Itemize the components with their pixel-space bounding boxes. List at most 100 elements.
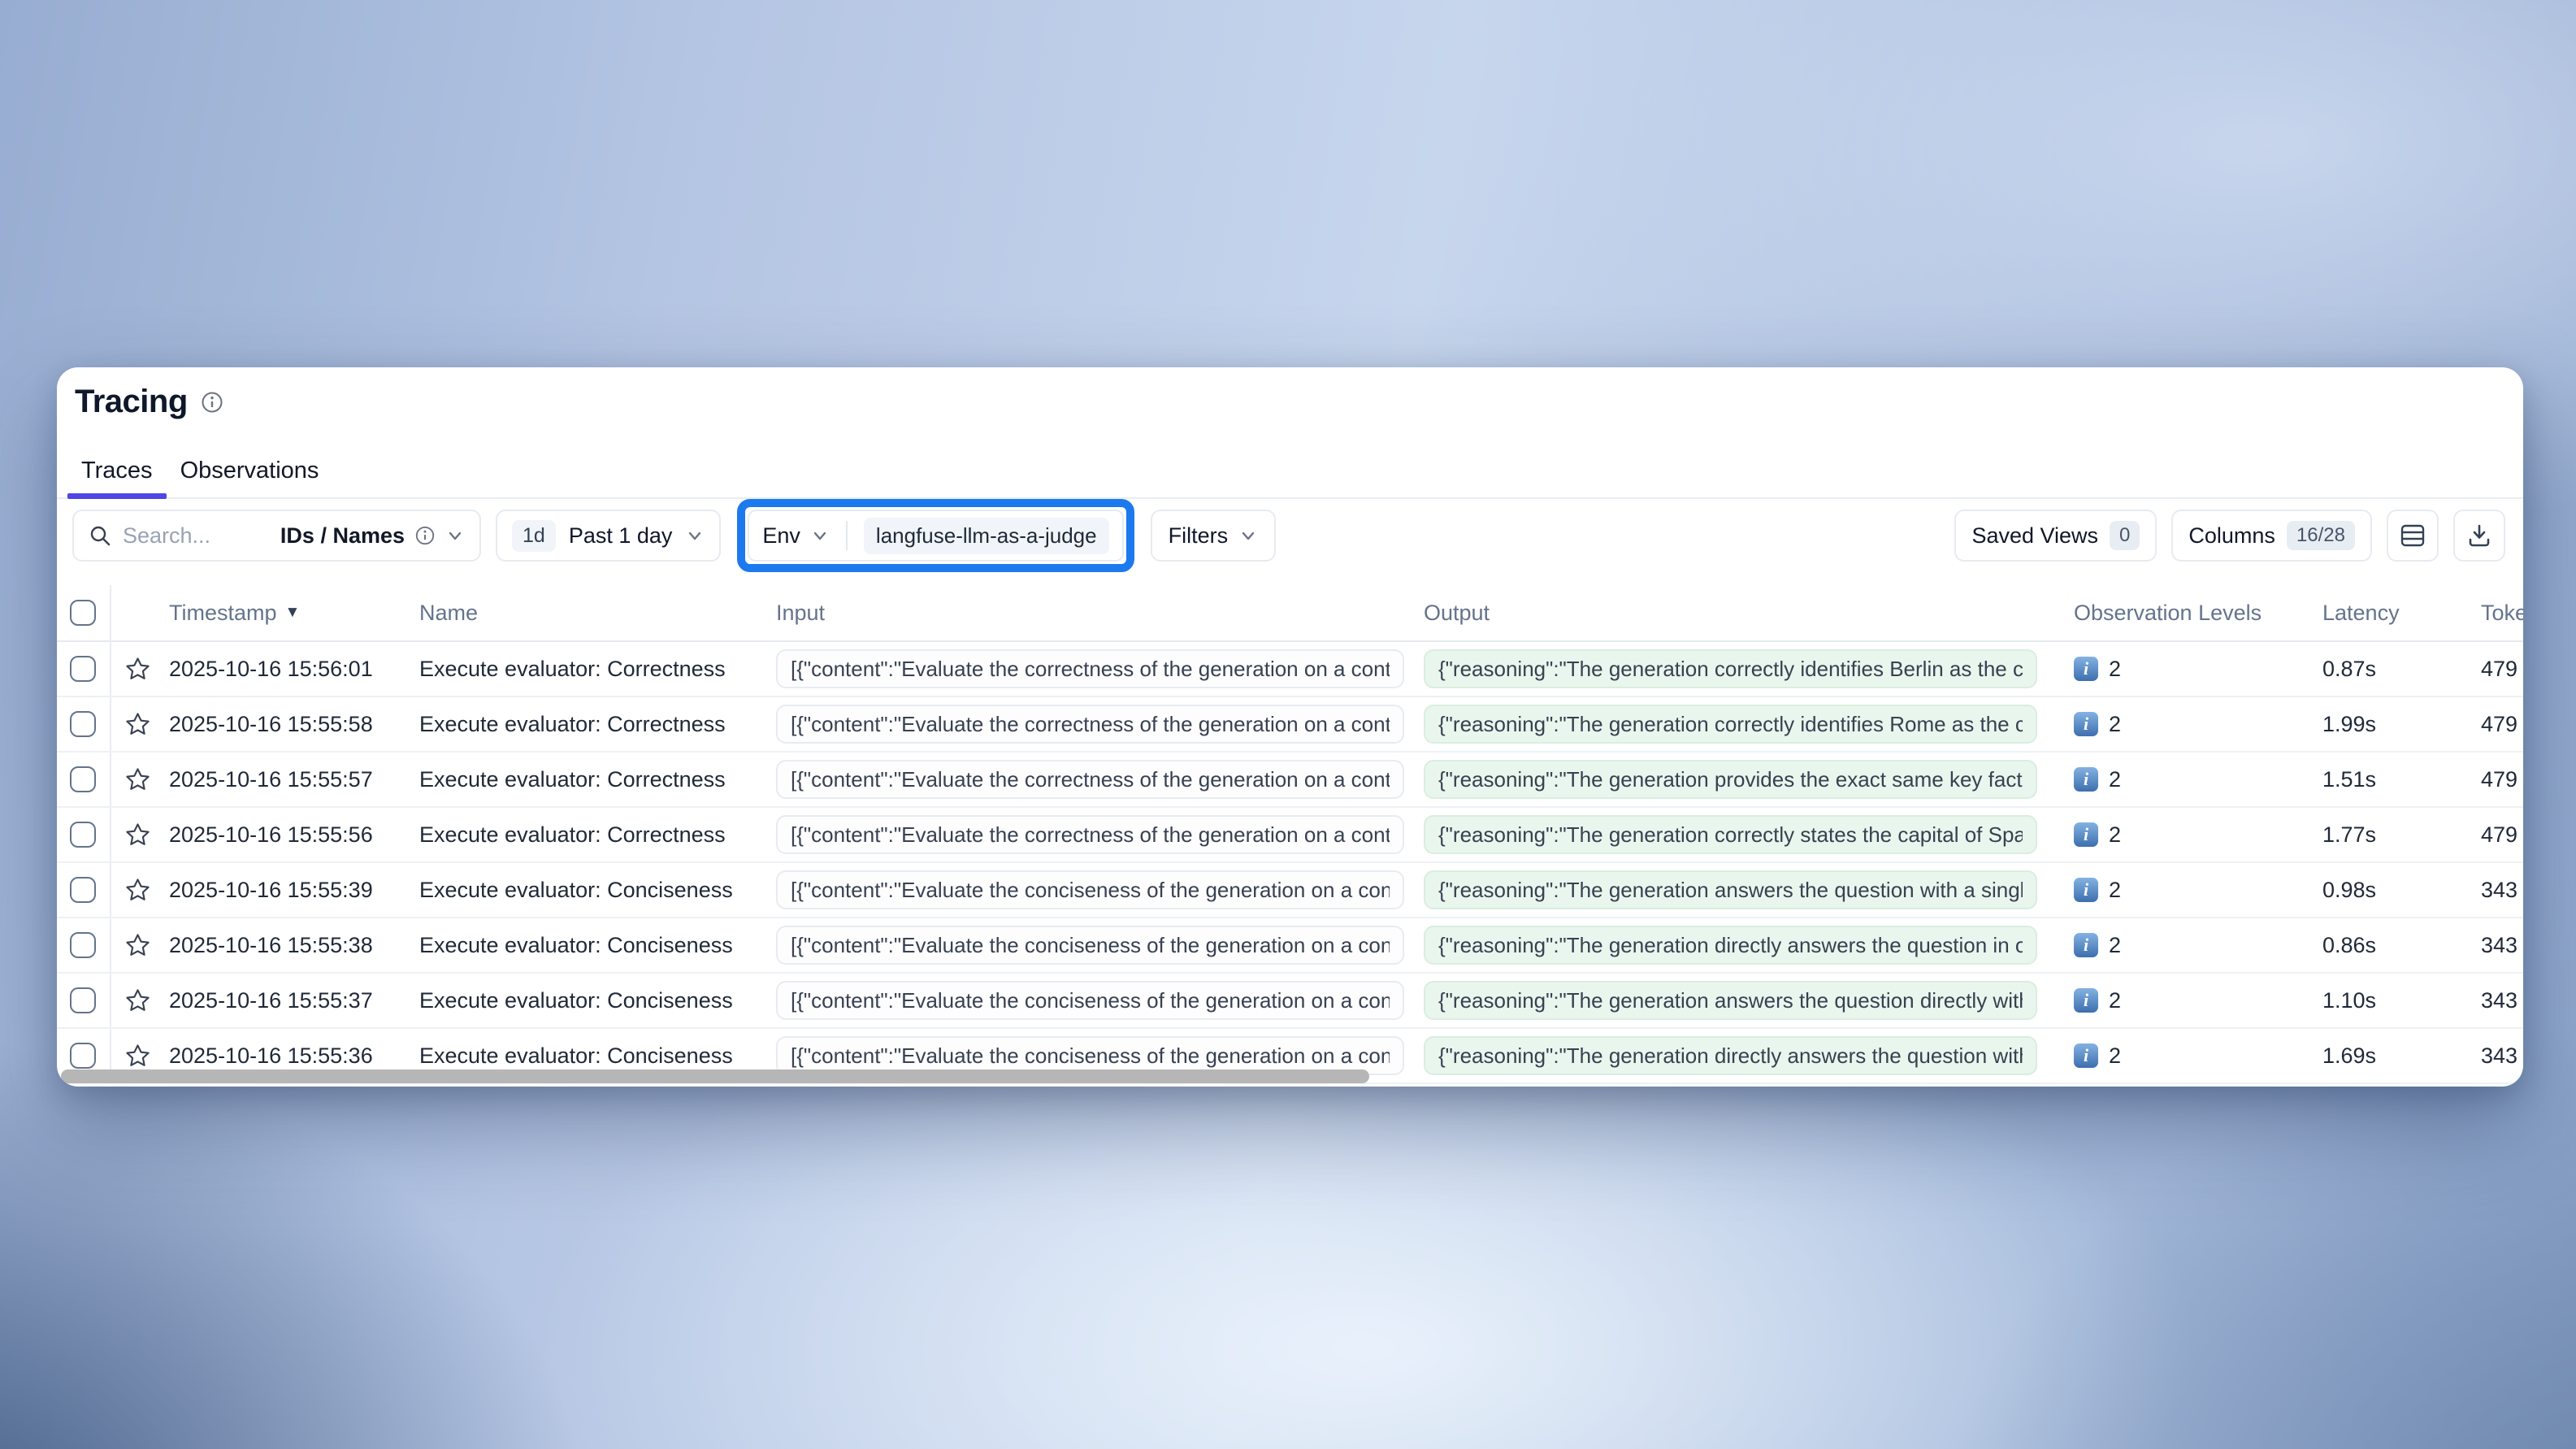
row-checkbox[interactable] (70, 822, 96, 848)
search-placeholder: Search... (123, 523, 210, 549)
tab-traces[interactable]: Traces (67, 451, 167, 497)
latency-cell: 1.77s (2304, 808, 2466, 861)
output-preview[interactable]: {"reasoning":"The generation answers the… (1424, 981, 2037, 1020)
trace-name-cell: Execute evaluator: Correctness (411, 697, 768, 751)
star-icon[interactable] (125, 933, 150, 958)
timestamp-cell: 2025-10-16 15:55:39 (158, 863, 411, 917)
input-preview[interactable]: [{"content":"Evaluate the correctness of… (776, 705, 1404, 744)
input-preview[interactable]: [{"content":"Evaluate the conciseness of… (776, 870, 1404, 909)
saved-views-button[interactable]: Saved Views 0 (1954, 510, 2157, 562)
output-preview[interactable]: {"reasoning":"The generation correctly i… (1424, 649, 2037, 688)
observation-levels-cell: i 2 (2056, 642, 2304, 696)
output-preview[interactable]: {"reasoning":"The generation directly an… (1424, 1036, 2037, 1075)
input-preview[interactable]: [{"content":"Evaluate the correctness of… (776, 760, 1404, 799)
output-preview[interactable]: {"reasoning":"The generation correctly s… (1424, 815, 2037, 854)
page-title: Tracing (75, 384, 223, 420)
info-badge-icon: i (2074, 878, 2098, 902)
output-preview[interactable]: {"reasoning":"The generation correctly i… (1424, 705, 2037, 744)
input-preview[interactable]: [{"content":"Evaluate the correctness of… (776, 815, 1404, 854)
divider (846, 521, 848, 550)
info-badge-icon: i (2074, 657, 2098, 681)
row-checkbox[interactable] (70, 711, 96, 737)
rows-icon (2399, 522, 2426, 549)
input-preview[interactable]: [{"content":"Evaluate the correctness of… (776, 649, 1404, 688)
timestamp-cell: 2025-10-16 15:55:37 (158, 974, 411, 1027)
table-row[interactable]: 2025-10-16 15:55:58 Execute evaluator: C… (57, 697, 2523, 753)
row-checkbox[interactable] (70, 932, 96, 958)
output-preview[interactable]: {"reasoning":"The generation directly an… (1424, 926, 2037, 965)
tokens-cell: 479 → (2466, 753, 2523, 806)
header-name[interactable]: Name (411, 585, 768, 640)
info-badge-icon: i (2074, 933, 2098, 957)
header-timestamp[interactable]: Timestamp ▼ (158, 585, 411, 640)
trace-name-cell: Execute evaluator: Conciseness (411, 863, 768, 917)
table-row[interactable]: 2025-10-16 15:55:37 Execute evaluator: C… (57, 974, 2523, 1029)
latency-cell: 1.69s (2304, 1029, 2466, 1082)
latency-cell: 1.51s (2304, 753, 2466, 806)
latency-cell: 0.87s (2304, 642, 2466, 696)
export-button[interactable] (2453, 510, 2505, 562)
table-body: 2025-10-16 15:56:01 Execute evaluator: C… (57, 642, 2523, 1084)
latency-cell: 0.86s (2304, 918, 2466, 972)
input-preview[interactable]: [{"content":"Evaluate the conciseness of… (776, 981, 1404, 1020)
tab-observations[interactable]: Observations (167, 451, 333, 497)
row-height-button[interactable] (2387, 510, 2439, 562)
tokens-cell: 479 → (2466, 642, 2523, 696)
output-preview[interactable]: {"reasoning":"The generation provides th… (1424, 760, 2037, 799)
trace-name-cell: Execute evaluator: Correctness (411, 753, 768, 806)
search-scope-label: IDs / Names (280, 523, 405, 549)
traces-table: Timestamp ▼ Name Input Output Observatio… (57, 585, 2523, 1084)
info-icon[interactable] (201, 391, 223, 414)
columns-label: Columns (2188, 523, 2275, 549)
star-icon[interactable] (125, 822, 150, 848)
info-badge-icon: i (2074, 712, 2098, 736)
search-scope-selector[interactable]: IDs / Names (280, 523, 465, 549)
chevron-down-icon (685, 526, 705, 545)
input-preview[interactable]: [{"content":"Evaluate the conciseness of… (776, 926, 1404, 965)
star-icon[interactable] (125, 712, 150, 737)
table-row[interactable]: 2025-10-16 15:55:57 Execute evaluator: C… (57, 753, 2523, 808)
trace-name-cell: Execute evaluator: Correctness (411, 808, 768, 861)
table-row[interactable]: 2025-10-16 15:55:39 Execute evaluator: C… (57, 863, 2523, 918)
row-checkbox[interactable] (70, 987, 96, 1013)
select-all-checkbox[interactable] (70, 600, 96, 626)
row-checkbox[interactable] (70, 656, 96, 682)
header-tokens[interactable]: Tokens (2466, 585, 2523, 640)
latency-cell: 1.99s (2304, 697, 2466, 751)
filters-label: Filters (1169, 523, 1229, 549)
columns-button[interactable]: Columns 16/28 (2171, 510, 2372, 562)
row-checkbox[interactable] (70, 877, 96, 903)
star-icon[interactable] (125, 1043, 150, 1069)
row-checkbox[interactable] (70, 766, 96, 792)
observation-levels-cell: i 2 (2056, 808, 2304, 861)
star-icon[interactable] (125, 657, 150, 682)
observation-levels-cell: i 2 (2056, 918, 2304, 972)
table-row[interactable]: 2025-10-16 15:55:38 Execute evaluator: C… (57, 918, 2523, 974)
timestamp-cell: 2025-10-16 15:56:01 (158, 642, 411, 696)
header-latency[interactable]: Latency (2304, 585, 2466, 640)
horizontal-scrollbar[interactable] (61, 1069, 1369, 1083)
chevron-down-icon (1238, 526, 1258, 545)
observation-levels-cell: i 2 (2056, 1029, 2304, 1082)
star-icon[interactable] (125, 878, 150, 903)
download-icon (2465, 522, 2493, 549)
env-filter-value: langfuse-llm-as-a-judge (864, 518, 1109, 554)
search-input[interactable]: Search... IDs / Names (72, 510, 481, 562)
env-filter-button[interactable]: Env langfuse-llm-as-a-judge (748, 510, 1123, 562)
header-output[interactable]: Output (1416, 585, 2056, 640)
star-icon[interactable] (125, 988, 150, 1013)
table-row[interactable]: 2025-10-16 15:56:01 Execute evaluator: C… (57, 642, 2523, 697)
tokens-cell: 343 → (2466, 974, 2523, 1027)
tokens-cell: 343 → (2466, 1029, 2523, 1082)
table-row[interactable]: 2025-10-16 15:55:56 Execute evaluator: C… (57, 808, 2523, 863)
timestamp-cell: 2025-10-16 15:55:58 (158, 697, 411, 751)
chevron-down-icon (810, 526, 830, 545)
star-icon[interactable] (125, 767, 150, 792)
time-range-button[interactable]: 1d Past 1 day (496, 510, 721, 562)
header-input[interactable]: Input (768, 585, 1416, 640)
output-preview[interactable]: {"reasoning":"The generation answers the… (1424, 870, 2037, 909)
row-checkbox[interactable] (70, 1043, 96, 1069)
filters-button[interactable]: Filters (1151, 510, 1277, 562)
saved-views-count: 0 (2110, 521, 2140, 550)
header-observation-levels[interactable]: Observation Levels (2056, 585, 2304, 640)
